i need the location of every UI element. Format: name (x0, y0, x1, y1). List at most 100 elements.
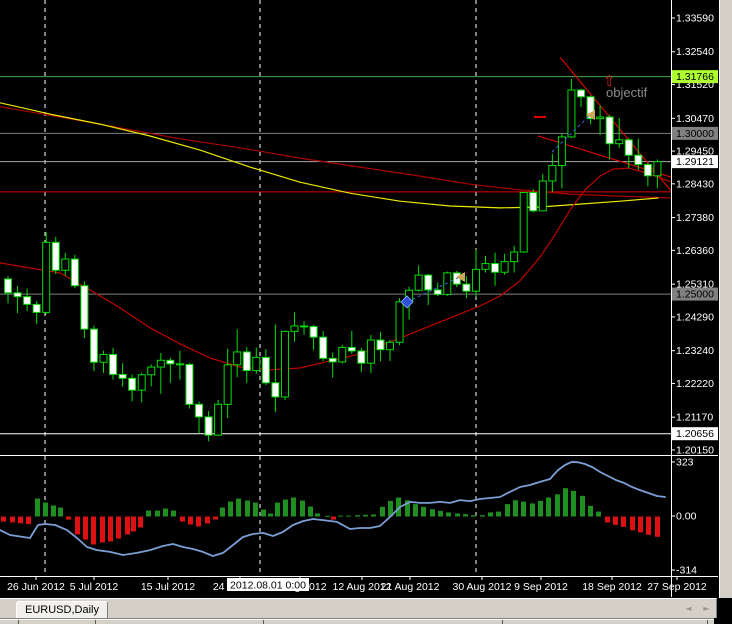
price-axis-label: 1.33590 (676, 13, 714, 25)
candle-body (309, 326, 318, 338)
candle-body (13, 292, 22, 298)
candle-body (147, 366, 156, 376)
macd-bar (413, 504, 418, 517)
macd-bar (125, 516, 130, 535)
macd-bar (555, 494, 560, 517)
macd-bar (513, 500, 518, 517)
macd-bar (646, 516, 651, 535)
candle-body (615, 139, 624, 145)
candle-body (137, 374, 146, 391)
macd-bar (446, 512, 451, 517)
macd-bar (463, 514, 468, 517)
mt4-chart-window: ⇧ objectif 1.33590 1.32540 1.31520 1.30470 1.2… (0, 0, 732, 624)
macd-bar (338, 515, 343, 517)
macd-bar (325, 515, 330, 517)
price-badge-label: 1.25000 (676, 289, 714, 301)
macd-bar (588, 505, 593, 517)
candle-body (109, 354, 118, 375)
candle-body (653, 161, 662, 177)
candle-body (643, 164, 652, 177)
indicator-axis-label: 0.00 (676, 511, 697, 523)
candle-body (424, 274, 433, 291)
macd-bar (245, 500, 250, 517)
macd-bar (26, 516, 31, 525)
macd-bar (546, 497, 551, 517)
candle-body (357, 350, 366, 364)
macd-bar (35, 498, 40, 517)
tab-scroll-left-icon[interactable]: ◄ (681, 602, 696, 615)
candle-body (548, 165, 557, 182)
tab-label: EURUSD,Daily (25, 604, 99, 616)
time-axis[interactable]: 26 Jun 20125 Jul 201215 Jul 201224 Jul 2… (7, 577, 707, 593)
macd-histogram (1, 488, 660, 545)
panel-edge-divider (95, 620, 96, 624)
candle-body (99, 354, 108, 363)
macd-bar (180, 516, 185, 522)
macd-bar (43, 502, 48, 517)
panel-edge-divider (502, 620, 503, 624)
candle-body (166, 359, 175, 365)
time-axis-label: 21 Aug 2012 (381, 581, 440, 593)
macd-bar (131, 516, 136, 532)
macd-bar (421, 506, 426, 517)
macd-bar (220, 507, 225, 517)
macd-bar (268, 513, 273, 517)
macd-bar (605, 516, 610, 523)
price-axis[interactable]: 1.335901.325401.315201.304701.294501.284… (672, 13, 718, 577)
price-axis-label: 1.21170 (676, 412, 713, 424)
macd-bar (521, 501, 526, 517)
macd-bar (66, 516, 71, 520)
candle-body (605, 116, 614, 145)
price-axis-label: 1.32540 (676, 46, 714, 58)
macd-bar (100, 516, 105, 543)
candle-body (433, 289, 442, 295)
candle-body (223, 364, 232, 405)
time-highlight-label: 2012.08.01 0:00 (230, 580, 306, 592)
price-axis-label: 1.30470 (676, 113, 714, 125)
price-axis-label: 1.27380 (676, 212, 714, 224)
macd-bar (455, 513, 460, 517)
indicator-axis-label: -314 (676, 565, 697, 577)
macd-bar (380, 506, 385, 517)
candle-body (204, 416, 213, 436)
macd-bar (18, 516, 23, 524)
candle-body (395, 301, 404, 343)
candle-body (328, 357, 337, 363)
macd-bar (75, 516, 80, 535)
tab-scroll-right-icon[interactable]: ► (699, 602, 714, 615)
grid-vlines (44, 0, 477, 576)
candle-body (252, 356, 261, 372)
macd-bar (146, 510, 151, 517)
candle-body (70, 258, 79, 287)
macd-bar (480, 515, 485, 517)
macd-bar (300, 500, 305, 517)
price-badge-label: 1.31766 (676, 71, 714, 83)
red-dash-marker[interactable] (534, 115, 546, 118)
price-axis-label: 1.22220 (676, 378, 714, 390)
candle-body (557, 136, 566, 167)
macd-bar (571, 490, 576, 517)
tab-eurusd-daily[interactable]: EURUSD,Daily (16, 601, 108, 619)
macd-bar (596, 511, 601, 517)
macd-bar (530, 503, 535, 517)
time-axis-label: 18 Sep 2012 (582, 581, 642, 593)
macd-bar (346, 515, 351, 517)
candle-body (624, 139, 633, 156)
macd-bar (155, 510, 160, 517)
docked-panel-top-edge (0, 618, 714, 624)
macd-bar (613, 516, 618, 525)
candle-body (481, 263, 490, 270)
objectif-label[interactable]: objectif (606, 85, 648, 100)
candle-body (42, 241, 51, 313)
macd-bar (275, 502, 280, 517)
chart-area[interactable]: ⇧objectif1.335901.325401.315201.304701.2… (0, 0, 719, 598)
ma-fast-line (0, 167, 672, 371)
macd-bar (1, 516, 6, 522)
macd-bar (58, 507, 63, 517)
candle-body (175, 363, 184, 366)
price-axis-label: 1.24290 (676, 311, 714, 323)
candle-body (51, 241, 60, 271)
macd-bar (505, 504, 510, 517)
macd-bar (283, 499, 288, 517)
time-axis-label: 5 Jul 2012 (70, 581, 119, 593)
